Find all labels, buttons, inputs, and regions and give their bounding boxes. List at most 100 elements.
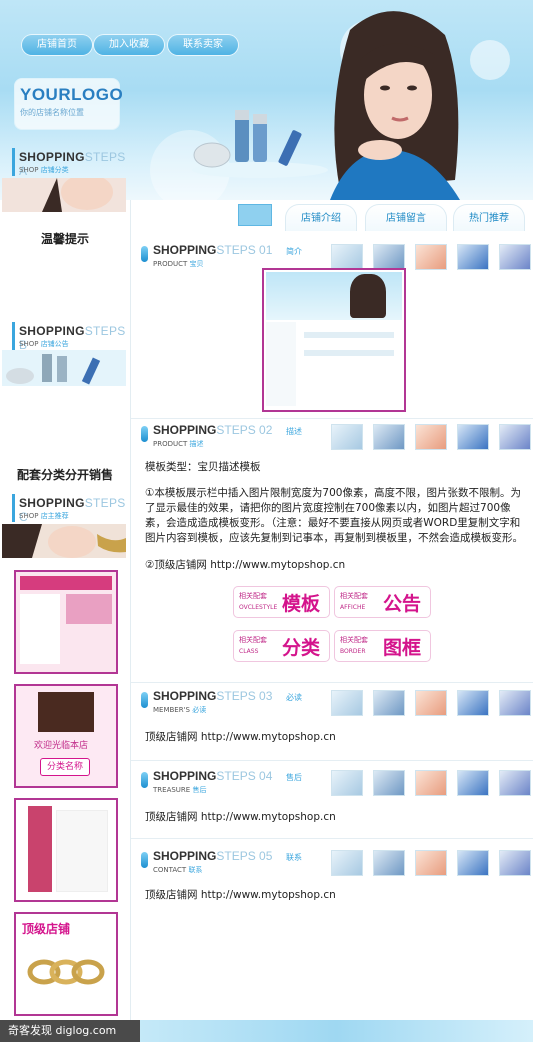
s03-mini-4[interactable] — [457, 690, 489, 716]
s03-sub: MEMBER'S — [153, 706, 190, 714]
s04-mini-4[interactable] — [457, 770, 489, 796]
s02-mini-3[interactable] — [415, 424, 447, 450]
sidebar-thumb-border[interactable]: 顶级店铺 — [14, 912, 118, 1016]
s05-sub: CONTACT — [153, 866, 187, 874]
s05-tag: 联系 — [286, 853, 302, 862]
category-button-template[interactable]: 相关配套 OVCLESTYLE 模板 — [233, 586, 330, 618]
site-line-03: 顶级店铺网 http://www.mytopshop.cn — [145, 731, 336, 743]
cat-label: 相关配套 — [340, 636, 368, 644]
s05-mini-2[interactable] — [373, 850, 405, 876]
s02-mini-2[interactable] — [373, 424, 405, 450]
category-button-class[interactable]: 相关配套 CLASS 分类 — [233, 630, 330, 662]
s05-mini-3[interactable] — [415, 850, 447, 876]
s05-mini-5[interactable] — [499, 850, 531, 876]
s01-mini-3[interactable] — [415, 244, 447, 270]
model-photo — [330, 11, 460, 200]
s01-mini-5[interactable] — [499, 244, 531, 270]
s01-mini-2[interactable] — [373, 244, 405, 270]
s04-mini-3[interactable] — [415, 770, 447, 796]
site-line: ②顶级店铺网 http://www.mytopshop.cn — [145, 559, 346, 571]
cat-big: 公告 — [383, 593, 422, 615]
divider — [131, 418, 533, 419]
nav-home[interactable]: 店铺首页 — [22, 35, 92, 55]
nav-contact[interactable]: 联系卖家 — [168, 35, 238, 55]
step-c-sub-cn: 店主推荐 — [40, 512, 69, 520]
preview-sidebar — [266, 322, 296, 406]
s03-mini-1[interactable] — [331, 690, 363, 716]
s01-sub-cn: 宝贝 — [189, 260, 204, 268]
thumb-top-shop-text: 顶级店铺 — [22, 922, 71, 936]
description-paragraph: ①本模板展示栏中插入图片限制宽度为700像素，高度不限，图片张数不限制。为了显示… — [145, 487, 523, 544]
nav-favorite[interactable]: 加入收藏 — [94, 35, 164, 55]
cat-sub: AFFICHE — [340, 604, 366, 611]
sidebar-thumb-notice[interactable]: 欢迎光临本店 分类名称 — [14, 684, 118, 788]
sidebar-model-image — [2, 178, 126, 212]
s03-mini-3[interactable] — [415, 690, 447, 716]
s04-mini-5[interactable] — [499, 770, 531, 796]
s05-sub-cn: 联系 — [188, 866, 203, 874]
s02-sub-cn: 描述 — [189, 440, 204, 448]
tab-shop-message[interactable]: 店铺留言 — [365, 204, 447, 231]
s01-mini-4[interactable] — [457, 244, 489, 270]
site-line-05: 顶级店铺网 http://www.mytopshop.cn — [145, 889, 336, 901]
s02-mini-5[interactable] — [499, 424, 531, 450]
step-b-sub-cn: 店铺公告 — [40, 340, 69, 348]
divider — [131, 682, 533, 683]
tab-hot-picks[interactable]: 热门推荐 — [453, 204, 525, 231]
cosmetics-image — [192, 110, 328, 178]
pin-icon — [141, 852, 148, 868]
cat-sub: BORDER — [340, 648, 366, 655]
pin-icon — [141, 246, 148, 262]
cat-big: 模板 — [282, 593, 321, 615]
cat-sub: OVCLESTYLE — [239, 604, 278, 611]
s04-steps: STEPS 04 — [216, 769, 273, 783]
section-04-header: SHOPPINGSTEPS 04 TREASURE 售后 售后 — [141, 768, 531, 798]
template-type-line: 模板类型：宝贝描述模板 — [145, 461, 261, 473]
section-03-header: SHOPPINGSTEPS 03 MEMBER'S 必读 必读 — [141, 688, 531, 718]
s01-mini-1[interactable] — [331, 244, 363, 270]
s04-title: SHOPPING — [153, 769, 217, 783]
s01-steps: STEPS 01 — [216, 243, 273, 257]
template-preview[interactable] — [262, 268, 406, 412]
thumb-product — [66, 594, 112, 624]
s02-title: SHOPPING — [153, 423, 217, 437]
thumb-panel — [20, 594, 60, 664]
preview-row — [304, 332, 394, 338]
logo[interactable]: YOURLOGO 你的店铺名称位置 — [14, 78, 124, 130]
logo-subtitle: 你的店铺名称位置 — [20, 108, 84, 117]
s03-steps: STEPS 03 — [216, 689, 273, 703]
site-line-04: 顶级店铺网 http://www.mytopshop.cn — [145, 811, 336, 823]
s04-sub: TREASURE — [153, 786, 191, 794]
section-02-header: SHOPPINGSTEPS 02 PRODUCT 描述 描述 — [141, 422, 531, 452]
cat-big: 图框 — [383, 637, 422, 659]
s03-title: SHOPPING — [153, 689, 217, 703]
category-button-notice[interactable]: 相关配套 AFFICHE 公告 — [334, 586, 431, 618]
s04-mini-2[interactable] — [373, 770, 405, 796]
watermark: 奇客发现 diglog.com — [0, 1020, 140, 1042]
s02-tag: 描述 — [286, 427, 302, 436]
s04-tag: 售后 — [286, 773, 302, 782]
sidebar-cosmetics-image — [2, 350, 126, 386]
tab-shop-intro[interactable]: 店铺介绍 — [285, 204, 357, 231]
cat-label: 相关配套 — [239, 592, 267, 600]
divider — [131, 760, 533, 761]
preview-model — [350, 274, 386, 318]
cat-label: 相关配套 — [340, 592, 368, 600]
s03-mini-2[interactable] — [373, 690, 405, 716]
s03-mini-5[interactable] — [499, 690, 531, 716]
step-a-sub-cn: 店铺分类 — [40, 166, 69, 174]
sidebar-thumb-class[interactable] — [14, 798, 118, 902]
thumb-class-panel — [56, 810, 108, 892]
s05-mini-1[interactable] — [331, 850, 363, 876]
category-button-border[interactable]: 相关配套 BORDER 图框 — [334, 630, 431, 662]
sidebar-thumb-template[interactable] — [14, 570, 118, 674]
s05-mini-4[interactable] — [457, 850, 489, 876]
step-c-sub: SHOP — [19, 512, 39, 520]
step-b-title: SHOPPING — [19, 324, 85, 338]
s02-mini-4[interactable] — [457, 424, 489, 450]
s02-mini-1[interactable] — [331, 424, 363, 450]
pin-icon — [141, 426, 148, 442]
s04-mini-1[interactable] — [331, 770, 363, 796]
s01-tag: 简介 — [286, 247, 302, 256]
logo-title: YOURLOGO — [20, 85, 124, 104]
